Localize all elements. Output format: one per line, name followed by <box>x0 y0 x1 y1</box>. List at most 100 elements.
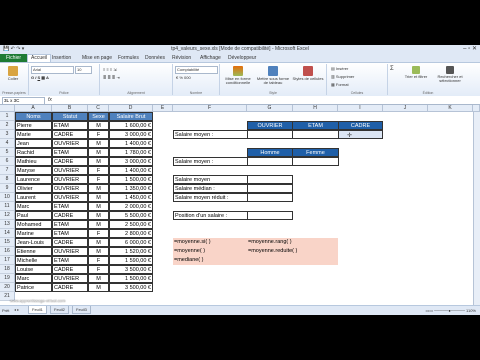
column-header[interactable]: A <box>15 105 52 112</box>
cell-sexe[interactable]: F <box>88 166 109 175</box>
cell-sexe[interactable]: F <box>88 229 109 238</box>
delete-button[interactable]: ▥ Supprimer <box>331 74 354 79</box>
tab-insert[interactable]: Insertion <box>52 54 71 62</box>
cell-statut[interactable]: OUVRIER <box>52 247 88 256</box>
font-name-select[interactable]: Arial <box>31 66 74 74</box>
cell-styles-button[interactable]: Styles de cellules <box>292 66 324 81</box>
sheet-tab-3[interactable]: Feuil3 <box>72 306 91 314</box>
cell-statut[interactable]: ETAM <box>52 202 88 211</box>
status-header-cadre[interactable]: CADRE <box>338 121 383 130</box>
cell-salaire[interactable]: 5 500,00 € <box>109 211 153 220</box>
tab-file[interactable]: Fichier <box>0 54 28 62</box>
header-statut[interactable]: Statut <box>52 112 88 121</box>
column-header[interactable]: E <box>153 105 173 112</box>
sheet-tab-2[interactable]: Feuil2 <box>50 306 69 314</box>
cell-sexe[interactable]: F <box>88 265 109 274</box>
cell-sexe[interactable]: M <box>88 202 109 211</box>
label-salaire-moyen-reduit[interactable]: Salaire moyen réduit : <box>173 193 248 202</box>
cell-nom[interactable]: Paul <box>15 211 52 220</box>
cell-salaire[interactable]: 1 520,00 € <box>109 247 153 256</box>
cell-salaire[interactable]: 1 350,00 € <box>109 184 153 193</box>
hint-moyenne-rang[interactable]: =moyenne.rang( ) <box>247 238 338 247</box>
column-header[interactable]: C <box>88 105 109 112</box>
align-left-icon[interactable]: ≣ ≣ ≣ ⇥ <box>103 75 120 80</box>
hint-moyenne-si[interactable]: =moyenne.si( ) <box>173 238 247 247</box>
column-header[interactable]: K <box>428 105 473 112</box>
row-header[interactable]: 4 <box>0 139 15 148</box>
bold-button[interactable]: G I S ▦ A <box>31 75 49 80</box>
cell-salaire[interactable]: 2 800,00 € <box>109 229 153 238</box>
find-select-button[interactable]: Rechercher et sélectionner <box>434 66 466 83</box>
cell-sexe[interactable]: M <box>88 121 109 130</box>
cell-salaire[interactable]: 1 780,00 € <box>109 148 153 157</box>
cell-nom[interactable]: Maryse <box>15 166 52 175</box>
row-header[interactable]: 13 <box>0 220 15 229</box>
header-noms[interactable]: Noms <box>15 112 52 121</box>
cell-statut[interactable]: OUVRIER <box>52 193 88 202</box>
cell-nom[interactable]: Mathieu <box>15 157 52 166</box>
fx-icon[interactable]: fx <box>48 97 52 103</box>
sheet-tab-1[interactable]: Feuil1 <box>28 306 47 314</box>
cell-sexe[interactable]: M <box>88 148 109 157</box>
cell-nom[interactable]: Marc <box>15 202 52 211</box>
cell-nom[interactable]: Olivier <box>15 184 52 193</box>
column-header[interactable]: D <box>109 105 153 112</box>
row-header[interactable]: 15 <box>0 238 15 247</box>
header-sexe[interactable]: Sexe <box>88 112 109 121</box>
cell-nom[interactable]: Michelle <box>15 256 52 265</box>
label-salaire-moyen-sexe[interactable]: Salaire moyen : <box>173 157 248 166</box>
result-cell-median[interactable] <box>247 184 293 193</box>
tab-review[interactable]: Révision <box>172 54 191 62</box>
result-cell-position[interactable] <box>247 211 293 220</box>
cell-salaire[interactable]: 1 590,00 € <box>109 256 153 265</box>
cell-statut[interactable]: CADRE <box>52 130 88 139</box>
cell-salaire[interactable]: 2 500,00 € <box>109 220 153 229</box>
cell-sexe[interactable]: M <box>88 193 109 202</box>
cell-nom[interactable]: Laurent <box>15 193 52 202</box>
cell-statut[interactable]: OUVRIER <box>52 166 88 175</box>
tab-page-layout[interactable]: Mise en page <box>82 54 112 62</box>
row-header[interactable]: 5 <box>0 148 15 157</box>
cell-nom[interactable]: Marine <box>15 229 52 238</box>
tab-formulas[interactable]: Formules <box>118 54 139 62</box>
row-header[interactable]: 6 <box>0 157 15 166</box>
status-header-ouvrier[interactable]: OUVRIER <box>247 121 293 130</box>
cell-nom[interactable]: Mohamed <box>15 220 52 229</box>
select-all-corner[interactable] <box>0 105 15 112</box>
cell-statut[interactable]: OUVRIER <box>52 139 88 148</box>
cell-nom[interactable]: Marc <box>15 274 52 283</box>
cell-statut[interactable]: CADRE <box>52 157 88 166</box>
cell-salaire[interactable]: 1 500,00 € <box>109 274 153 283</box>
result-cell-etam[interactable] <box>292 130 339 139</box>
cell-nom[interactable]: Laurence <box>15 175 52 184</box>
cell-salaire[interactable]: 1 500,00 € <box>109 175 153 184</box>
cell-statut[interactable]: ETAM <box>52 148 88 157</box>
cell-sexe[interactable]: F <box>88 256 109 265</box>
cell-statut[interactable]: ETAM <box>52 121 88 130</box>
cell-nom[interactable]: Jean <box>15 139 52 148</box>
paste-button[interactable]: Coller <box>3 66 23 81</box>
cell-statut[interactable]: CADRE <box>52 283 88 292</box>
conditional-format-button[interactable]: Mise en forme conditionnelle <box>222 66 254 85</box>
result-cell-femme[interactable] <box>292 157 339 166</box>
row-header[interactable]: 2 <box>0 121 15 130</box>
cell-statut[interactable]: ETAM <box>52 220 88 229</box>
result-cell-homme[interactable] <box>247 157 293 166</box>
sex-header-homme[interactable]: Homme <box>247 148 293 157</box>
cell-statut[interactable]: OUVRIER <box>52 184 88 193</box>
cell-sexe[interactable]: M <box>88 139 109 148</box>
row-header[interactable]: 7 <box>0 166 15 175</box>
cell-nom[interactable]: Louise <box>15 265 52 274</box>
window-controls[interactable]: – ▫ ✕ <box>463 45 477 52</box>
sheet-nav-icon[interactable]: ◂ ▸ <box>14 307 19 312</box>
column-header[interactable]: B <box>52 105 88 112</box>
cell-statut[interactable]: ETAM <box>52 256 88 265</box>
column-header[interactable]: F <box>173 105 247 112</box>
zoom-slider[interactable]: ▭▭ ─────●───── 110% <box>426 308 476 313</box>
number-format-select[interactable]: Comptabilité <box>175 66 218 74</box>
cell-sexe[interactable]: M <box>88 283 109 292</box>
cell-nom[interactable]: Jean-Louis <box>15 238 52 247</box>
font-size-select[interactable]: 10 <box>75 66 92 74</box>
cell-sexe[interactable]: M <box>88 157 109 166</box>
column-header[interactable]: J <box>383 105 428 112</box>
